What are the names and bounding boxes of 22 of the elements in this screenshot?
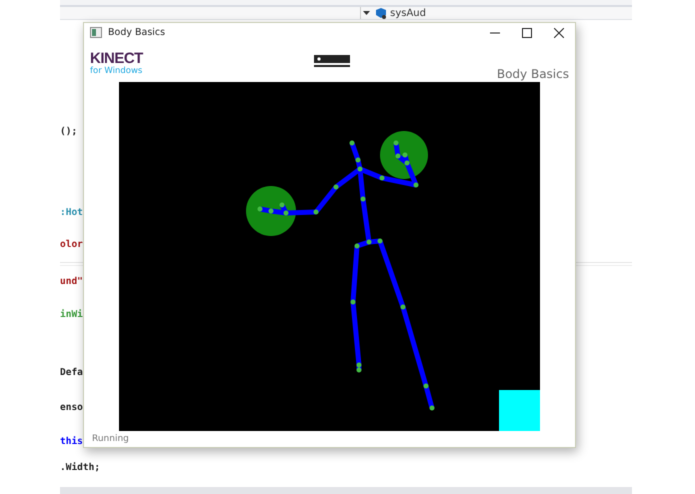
code-line: olor xyxy=(60,239,83,251)
close-icon[interactable] xyxy=(554,28,564,38)
code-line: .Width; xyxy=(60,462,100,474)
code-line: Defa xyxy=(60,367,83,379)
maximize-icon[interactable] xyxy=(522,28,532,38)
logo-text: KINECT xyxy=(90,51,144,66)
code-line: inWi xyxy=(60,309,83,321)
app-heading: Body Basics xyxy=(496,66,569,82)
code-line: this xyxy=(60,436,83,448)
code-line: enso xyxy=(60,402,83,414)
code-line: und" xyxy=(60,276,83,288)
field-icon xyxy=(375,7,388,19)
status-text: Running xyxy=(91,433,130,446)
code-line: :Hot xyxy=(60,207,83,219)
caret-icon xyxy=(363,11,370,15)
sensor-icon xyxy=(314,55,350,68)
member-dropdown[interactable]: sysAud xyxy=(360,7,430,19)
window-title: Body Basics xyxy=(108,27,166,38)
code-line: (); xyxy=(60,126,78,138)
logo-subtitle: for Windows xyxy=(90,66,144,78)
app-icon xyxy=(90,27,102,38)
clip-indicator xyxy=(499,390,540,431)
